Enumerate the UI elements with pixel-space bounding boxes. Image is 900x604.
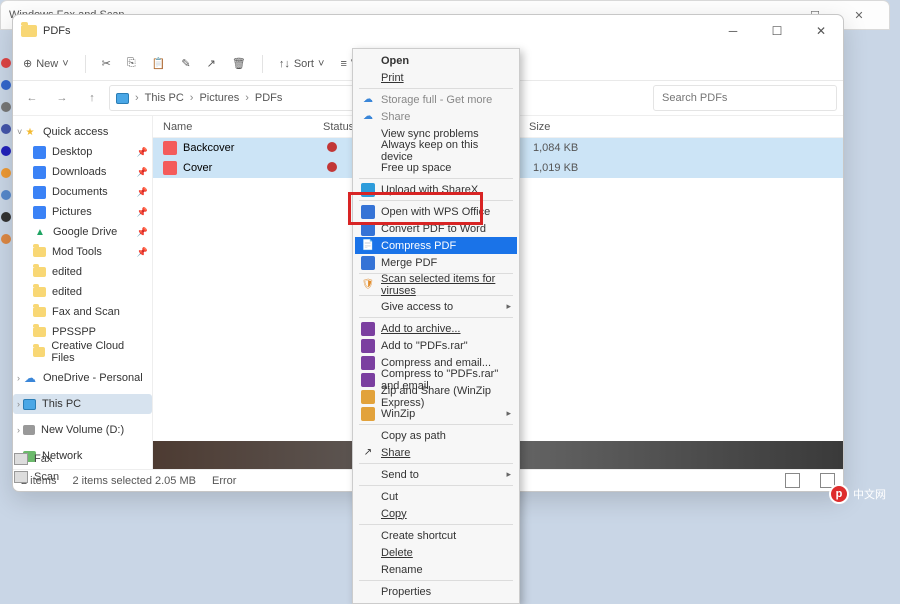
ctx-convert-word[interactable]: Convert PDF to Word <box>355 220 517 237</box>
pdf-icon <box>163 161 177 175</box>
ctx-send-to[interactable]: Send to▸ <box>355 466 517 483</box>
sidebar-item-desktop[interactable]: Desktop📌 <box>13 142 152 162</box>
file-size: 1,019 KB <box>523 162 578 174</box>
file-size: 1,084 KB <box>523 142 578 154</box>
sidebar-item-edited[interactable]: edited <box>13 262 152 282</box>
breadcrumb-pictures[interactable]: Pictures <box>199 92 239 104</box>
ctx-print[interactable]: Print <box>355 69 517 86</box>
tb-icon[interactable] <box>1 146 11 156</box>
folder-icon <box>21 25 37 37</box>
ctx-rename[interactable]: Rename <box>355 561 517 578</box>
back-button[interactable]: ← <box>19 85 45 111</box>
ctx-compress-pdf[interactable]: 📄Compress PDF <box>355 237 517 254</box>
ctx-properties[interactable]: Properties <box>355 583 517 600</box>
status-error: Error <box>212 475 236 487</box>
sidebar-newvolume[interactable]: ›New Volume (D:) <box>13 420 152 440</box>
sidebar-quick-access[interactable]: ˅★Quick access <box>13 122 152 142</box>
file-name: Cover <box>183 162 327 174</box>
tb-icon[interactable] <box>1 190 11 200</box>
ctx-share[interactable]: ↗Share <box>355 444 517 461</box>
pc-icon <box>116 93 129 104</box>
context-menu: Open Print ☁Storage full - Get more ☁Sha… <box>352 48 520 604</box>
sidebar-item-faxscan[interactable]: Fax and Scan <box>13 302 152 322</box>
tb-icon[interactable] <box>1 80 11 90</box>
tb-icon[interactable] <box>1 168 11 178</box>
ctx-create-shortcut[interactable]: Create shortcut <box>355 527 517 544</box>
ctx-zip-share[interactable]: Zip and Share (WinZip Express) <box>355 388 517 405</box>
sidebar-item-pictures[interactable]: Pictures📌 <box>13 202 152 222</box>
scan-tab[interactable]: Scan <box>14 468 94 486</box>
ctx-copy-path[interactable]: Copy as path <box>355 427 517 444</box>
ctx-add-pdfs-rar[interactable]: Add to "PDFs.rar" <box>355 337 517 354</box>
col-size[interactable]: Size <box>519 121 843 133</box>
fax-scan-sidebar: Fax Scan <box>14 450 94 486</box>
search-input[interactable] <box>653 85 837 111</box>
php-logo-icon: p <box>829 484 849 504</box>
sidebar-item-ccfiles[interactable]: Creative Cloud Files <box>13 342 152 362</box>
watermark-text: 中文网 <box>853 486 886 502</box>
sort-button[interactable]: ↑↓ Sort ˅ <box>279 58 325 70</box>
ctx-delete[interactable]: Delete <box>355 544 517 561</box>
close-button[interactable]: ✕ <box>799 16 843 46</box>
ctx-give-access[interactable]: Give access to▸ <box>355 298 517 315</box>
forward-button[interactable]: → <box>49 85 75 111</box>
tb-icon[interactable] <box>1 212 11 222</box>
sidebar-thispc[interactable]: ›This PC <box>13 394 152 414</box>
copy-icon[interactable]: ⎘ <box>127 57 136 70</box>
sidebar-item-modtools[interactable]: Mod Tools📌 <box>13 242 152 262</box>
minimize-button[interactable]: ─ <box>711 16 755 46</box>
breadcrumb-thispc[interactable]: This PC <box>145 92 184 104</box>
tb-icon[interactable] <box>1 58 11 68</box>
ctx-add-archive[interactable]: Add to archive... <box>355 320 517 337</box>
sidebar-item-documents[interactable]: Documents📌 <box>13 182 152 202</box>
ctx-cut[interactable]: Cut <box>355 488 517 505</box>
taskbar-left <box>0 52 12 412</box>
ctx-scan-virus[interactable]: 🛡Scan selected items for viruses <box>355 276 517 293</box>
pdf-icon <box>163 141 177 155</box>
tb-icon[interactable] <box>1 234 11 244</box>
tb-icon[interactable] <box>1 124 11 134</box>
ctx-storage-full[interactable]: ☁Storage full - Get more <box>355 91 517 108</box>
file-name: Backcover <box>183 142 327 154</box>
view-details-icon[interactable] <box>785 473 800 488</box>
ctx-sharex[interactable]: Upload with ShareX <box>355 181 517 198</box>
ctx-merge-pdf[interactable]: Merge PDF <box>355 254 517 271</box>
window-title: PDFs <box>43 25 711 37</box>
paste-icon[interactable]: 📋 <box>152 57 166 70</box>
sidebar-item-edited2[interactable]: edited <box>13 282 152 302</box>
breadcrumb-pdfs[interactable]: PDFs <box>255 92 283 104</box>
sidebar-item-gdrive[interactable]: ▲Google Drive📌 <box>13 222 152 242</box>
cut-icon[interactable]: ✂ <box>102 57 111 70</box>
ctx-share-onedrive[interactable]: ☁Share <box>355 108 517 125</box>
new-button[interactable]: ⊕ New ˅ <box>23 57 69 70</box>
navigation-pane: ˅★Quick access Desktop📌 Downloads📌 Docum… <box>13 116 153 469</box>
ctx-free-space[interactable]: Free up space <box>355 159 517 176</box>
ctx-keep-device[interactable]: Always keep on this device <box>355 142 517 159</box>
share-icon[interactable]: ↗ <box>207 57 216 70</box>
titlebar[interactable]: PDFs ─ ☐ ✕ <box>13 15 843 47</box>
col-name[interactable]: Name <box>163 121 323 133</box>
delete-icon[interactable]: 🗑 <box>232 57 246 70</box>
ctx-open[interactable]: Open <box>355 52 517 69</box>
watermark: p 中文网 <box>829 484 886 504</box>
ctx-copy[interactable]: Copy <box>355 505 517 522</box>
fax-tab[interactable]: Fax <box>14 450 94 468</box>
ctx-wps-open[interactable]: Open with WPS Office <box>355 203 517 220</box>
ctx-winzip[interactable]: WinZip▸ <box>355 405 517 422</box>
sidebar-item-downloads[interactable]: Downloads📌 <box>13 162 152 182</box>
maximize-button[interactable]: ☐ <box>755 16 799 46</box>
tb-icon[interactable] <box>1 102 11 112</box>
rename-icon[interactable]: ✎ <box>181 57 190 70</box>
sidebar-onedrive[interactable]: ›☁OneDrive - Personal <box>13 368 152 388</box>
up-button[interactable]: ↑ <box>79 85 105 111</box>
sidebar-item-ppsspp[interactable]: PPSSPP <box>13 322 152 342</box>
